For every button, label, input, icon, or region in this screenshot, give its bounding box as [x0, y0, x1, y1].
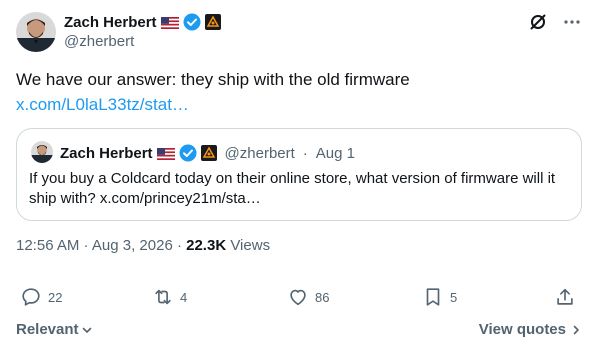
- chevron-down-icon: [82, 327, 91, 333]
- affiliate-logo-icon[interactable]: [204, 14, 221, 30]
- quoted-tweet-text: If you buy a Coldcard today on their onl…: [29, 170, 556, 207]
- author-name-row: Zach Herbert: [64, 12, 221, 32]
- tweet-timestamp[interactable]: 12:56 AM · Aug 3, 2026 ·: [16, 237, 186, 254]
- views-label: Views: [226, 237, 271, 254]
- affiliate-logo-icon: [200, 145, 217, 161]
- reply-button[interactable]: 22: [20, 286, 62, 308]
- repost-button[interactable]: 4: [152, 286, 187, 308]
- quoted-author-handle: @zherbert: [224, 144, 295, 162]
- sort-replies-label: Relevant: [16, 321, 79, 338]
- us-flag-icon: [160, 16, 179, 29]
- top-right-icons: [528, 12, 582, 32]
- heart-icon: [290, 289, 306, 306]
- quoted-author-avatar: [31, 141, 53, 163]
- share-button[interactable]: [554, 286, 576, 308]
- share-icon: [557, 288, 573, 305]
- sort-replies-dropdown[interactable]: Relevant: [16, 321, 93, 338]
- view-quotes-link[interactable]: View quotes: [479, 321, 582, 338]
- author-avatar[interactable]: [16, 12, 56, 52]
- tweet-link[interactable]: x.com/L0laL33tz/stat…: [16, 93, 189, 117]
- bookmark-icon: [426, 288, 440, 306]
- quoted-date: Aug 1: [315, 144, 355, 162]
- author-name[interactable]: Zach Herbert: [64, 14, 157, 31]
- view-quotes-label: View quotes: [478, 321, 566, 338]
- more-options-icon[interactable]: [562, 12, 582, 32]
- repost-count: 4: [180, 289, 188, 305]
- chevron-right-icon: [573, 325, 579, 334]
- views-count: 22.3K: [186, 237, 227, 254]
- us-flag-icon: [156, 147, 175, 160]
- verified-badge-icon: [179, 144, 197, 162]
- reply-count: 22: [48, 289, 63, 305]
- grok-icon[interactable]: [528, 12, 548, 32]
- quoted-tweet[interactable]: Zach Herbert @zherbert · Aug 1 If you bu…: [16, 128, 582, 221]
- tweet-text: We have our answer: they ship with the o…: [16, 70, 410, 89]
- repost-icon: [155, 289, 171, 305]
- tweet-meta: 12:56 AM · Aug 3, 2026 · 22.3K Views: [16, 237, 270, 254]
- bookmark-count: 5: [450, 289, 458, 305]
- like-button[interactable]: 86: [287, 286, 329, 308]
- quoted-tweet-header: Zach Herbert @zherbert · Aug 1: [32, 141, 355, 165]
- quoted-separator: ·: [302, 144, 308, 162]
- bookmark-button[interactable]: 5: [422, 286, 457, 308]
- author-handle[interactable]: @zherbert: [64, 33, 134, 50]
- reply-icon: [22, 288, 40, 306]
- quoted-author-name: Zach Herbert: [60, 144, 153, 162]
- action-bar: 22 4 86 5: [16, 286, 582, 310]
- verified-badge-icon[interactable]: [183, 13, 201, 31]
- like-count: 86: [315, 289, 330, 305]
